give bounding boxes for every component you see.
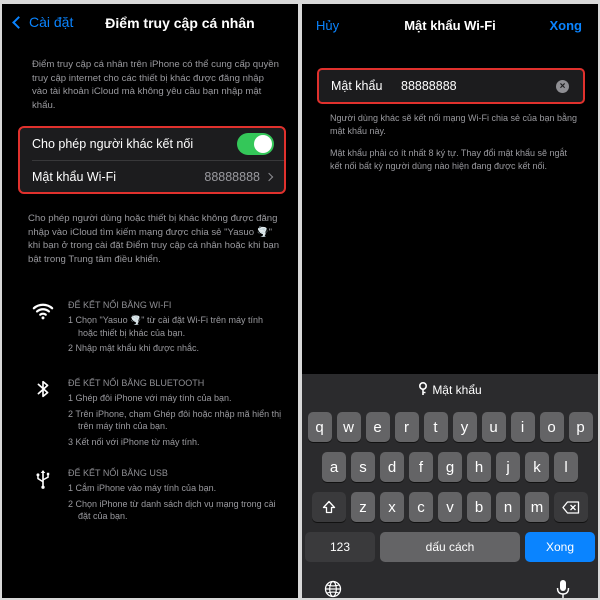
- list-item: 3 Kết nối với iPhone từ máy tính.: [68, 436, 200, 447]
- wifi-password-row[interactable]: Mật khẩu Wi-Fi 88888888: [32, 160, 284, 192]
- allow-others-row: Cho phép người khác kết nối: [20, 128, 284, 160]
- key-o[interactable]: o: [539, 412, 564, 442]
- key-j[interactable]: j: [496, 452, 520, 482]
- key-k[interactable]: k: [525, 452, 549, 482]
- nav-bar: Hủy Mật khẩu Wi-Fi Xong: [302, 4, 598, 48]
- chevron-right-icon: [264, 172, 274, 182]
- bluetooth-section-title: ĐỂ KẾT NỐI BẰNG BLUETOOTH: [68, 378, 205, 388]
- password-note: Người dùng khác sẽ kết nối mạng Wi-Fi ch…: [330, 113, 578, 136]
- list-item: 1 Chọn "Yasuo 🌪️" từ cài đặt Wi-Fi trên …: [68, 315, 264, 338]
- password-input[interactable]: 88888888: [401, 79, 457, 93]
- key-n[interactable]: n: [496, 492, 520, 522]
- key-w[interactable]: w: [336, 412, 361, 442]
- key-i[interactable]: i: [510, 412, 535, 442]
- key-x[interactable]: x: [380, 492, 404, 522]
- microphone-icon[interactable]: [556, 579, 570, 598]
- personal-hotspot-screen: Cài đặt Điểm truy cập cá nhân Điểm truy …: [2, 4, 298, 598]
- globe-icon[interactable]: [324, 580, 342, 598]
- numbers-key[interactable]: 123: [305, 532, 375, 562]
- space-key[interactable]: dấu cách: [380, 532, 520, 562]
- return-key[interactable]: Xong: [525, 532, 595, 562]
- list-item: 2 Chọn iPhone từ danh sách dịch vụ mạng …: [68, 498, 276, 522]
- backspace-icon: [562, 500, 580, 514]
- allow-others-toggle[interactable]: [237, 133, 274, 155]
- key-e[interactable]: e: [365, 412, 390, 442]
- shift-key[interactable]: [312, 492, 346, 522]
- password-field[interactable]: Mật khẩu 88888888 ×: [317, 68, 585, 104]
- key-t[interactable]: t: [423, 412, 448, 442]
- wifi-password-label: Mật khẩu Wi-Fi: [32, 169, 117, 184]
- wifi-icon: [32, 303, 54, 320]
- password-requirement-note: Mật khẩu phải có ít nhất 8 ký tự. Thay đ…: [330, 148, 567, 171]
- wifi-section-title: ĐỂ KẾT NỐI BẰNG WI-FI: [68, 300, 172, 310]
- delete-key[interactable]: [554, 492, 588, 522]
- key-u[interactable]: u: [481, 412, 506, 442]
- usb-icon: [36, 470, 50, 489]
- shift-icon: [322, 500, 336, 514]
- clear-icon[interactable]: ×: [556, 80, 569, 93]
- key-h[interactable]: h: [467, 452, 491, 482]
- key-icon: [418, 381, 428, 399]
- usb-section-title: ĐỂ KẾT NỐI BẰNG USB: [68, 468, 168, 478]
- wifi-steps: 1 Chọn "Yasuo 🌪️" từ cài đặt Wi-Fi trên …: [68, 314, 284, 358]
- usb-steps: 1 Cắm iPhone vào máy tính của bạn. 2 Chọ…: [68, 482, 284, 526]
- key-b[interactable]: b: [467, 492, 491, 522]
- password-suggestion[interactable]: Mật khẩu: [302, 374, 598, 406]
- key-d[interactable]: d: [380, 452, 404, 482]
- key-p[interactable]: p: [568, 412, 593, 442]
- key-g[interactable]: g: [438, 452, 462, 482]
- bluetooth-steps: 1 Ghép đôi iPhone với máy tính của bạn. …: [68, 392, 284, 451]
- keyboard-row-2: a s d f g h j k l: [302, 452, 598, 482]
- key-c[interactable]: c: [409, 492, 433, 522]
- nav-bar: Cài đặt Điểm truy cập cá nhân: [2, 4, 298, 44]
- key-q[interactable]: q: [307, 412, 332, 442]
- key-s[interactable]: s: [351, 452, 375, 482]
- page-title: Điểm truy cập cá nhân: [105, 15, 255, 31]
- list-item: 1 Cắm iPhone vào máy tính của bạn.: [68, 483, 217, 493]
- allow-others-label: Cho phép người khác kết nối: [32, 137, 194, 151]
- key-m[interactable]: m: [525, 492, 549, 522]
- wifi-password-screen: Hủy Mật khẩu Wi-Fi Xong Mật khẩu 8888888…: [302, 4, 598, 598]
- settings-group: Cho phép người khác kết nối Mật khẩu Wi-…: [18, 126, 286, 194]
- list-item: 2 Nhập mật khẩu khi được nhắc.: [68, 343, 199, 354]
- key-v[interactable]: v: [438, 492, 462, 522]
- list-item: 2 Trên iPhone, chạm Ghép đôi hoặc nhập m…: [68, 408, 282, 432]
- key-z[interactable]: z: [351, 492, 375, 522]
- suggestion-label: Mật khẩu: [432, 383, 482, 397]
- wifi-password-value: 88888888: [204, 169, 260, 184]
- key-r[interactable]: r: [394, 412, 419, 442]
- keyboard-row-3: z x c v b n m: [302, 492, 598, 522]
- bluetooth-icon: [37, 380, 49, 398]
- key-l[interactable]: l: [554, 452, 578, 482]
- key-y[interactable]: y: [452, 412, 477, 442]
- intro-text: Điểm truy cập cá nhân trên iPhone có thể…: [32, 59, 279, 111]
- hotspot-description: Cho phép người dùng hoặc thiết bị khác k…: [28, 213, 280, 265]
- password-label: Mật khẩu: [331, 79, 383, 93]
- keyboard: Mật khẩu q w e r t y u i o p a s d f g h: [302, 374, 598, 598]
- done-button[interactable]: Xong: [550, 18, 583, 33]
- keyboard-row-1: q w e r t y u i o p: [302, 412, 598, 442]
- key-f[interactable]: f: [409, 452, 433, 482]
- key-a[interactable]: a: [322, 452, 346, 482]
- list-item: 1 Ghép đôi iPhone với máy tính của bạn.: [68, 393, 232, 403]
- screenshot-composite: Cài đặt Điểm truy cập cá nhân Điểm truy …: [0, 0, 600, 600]
